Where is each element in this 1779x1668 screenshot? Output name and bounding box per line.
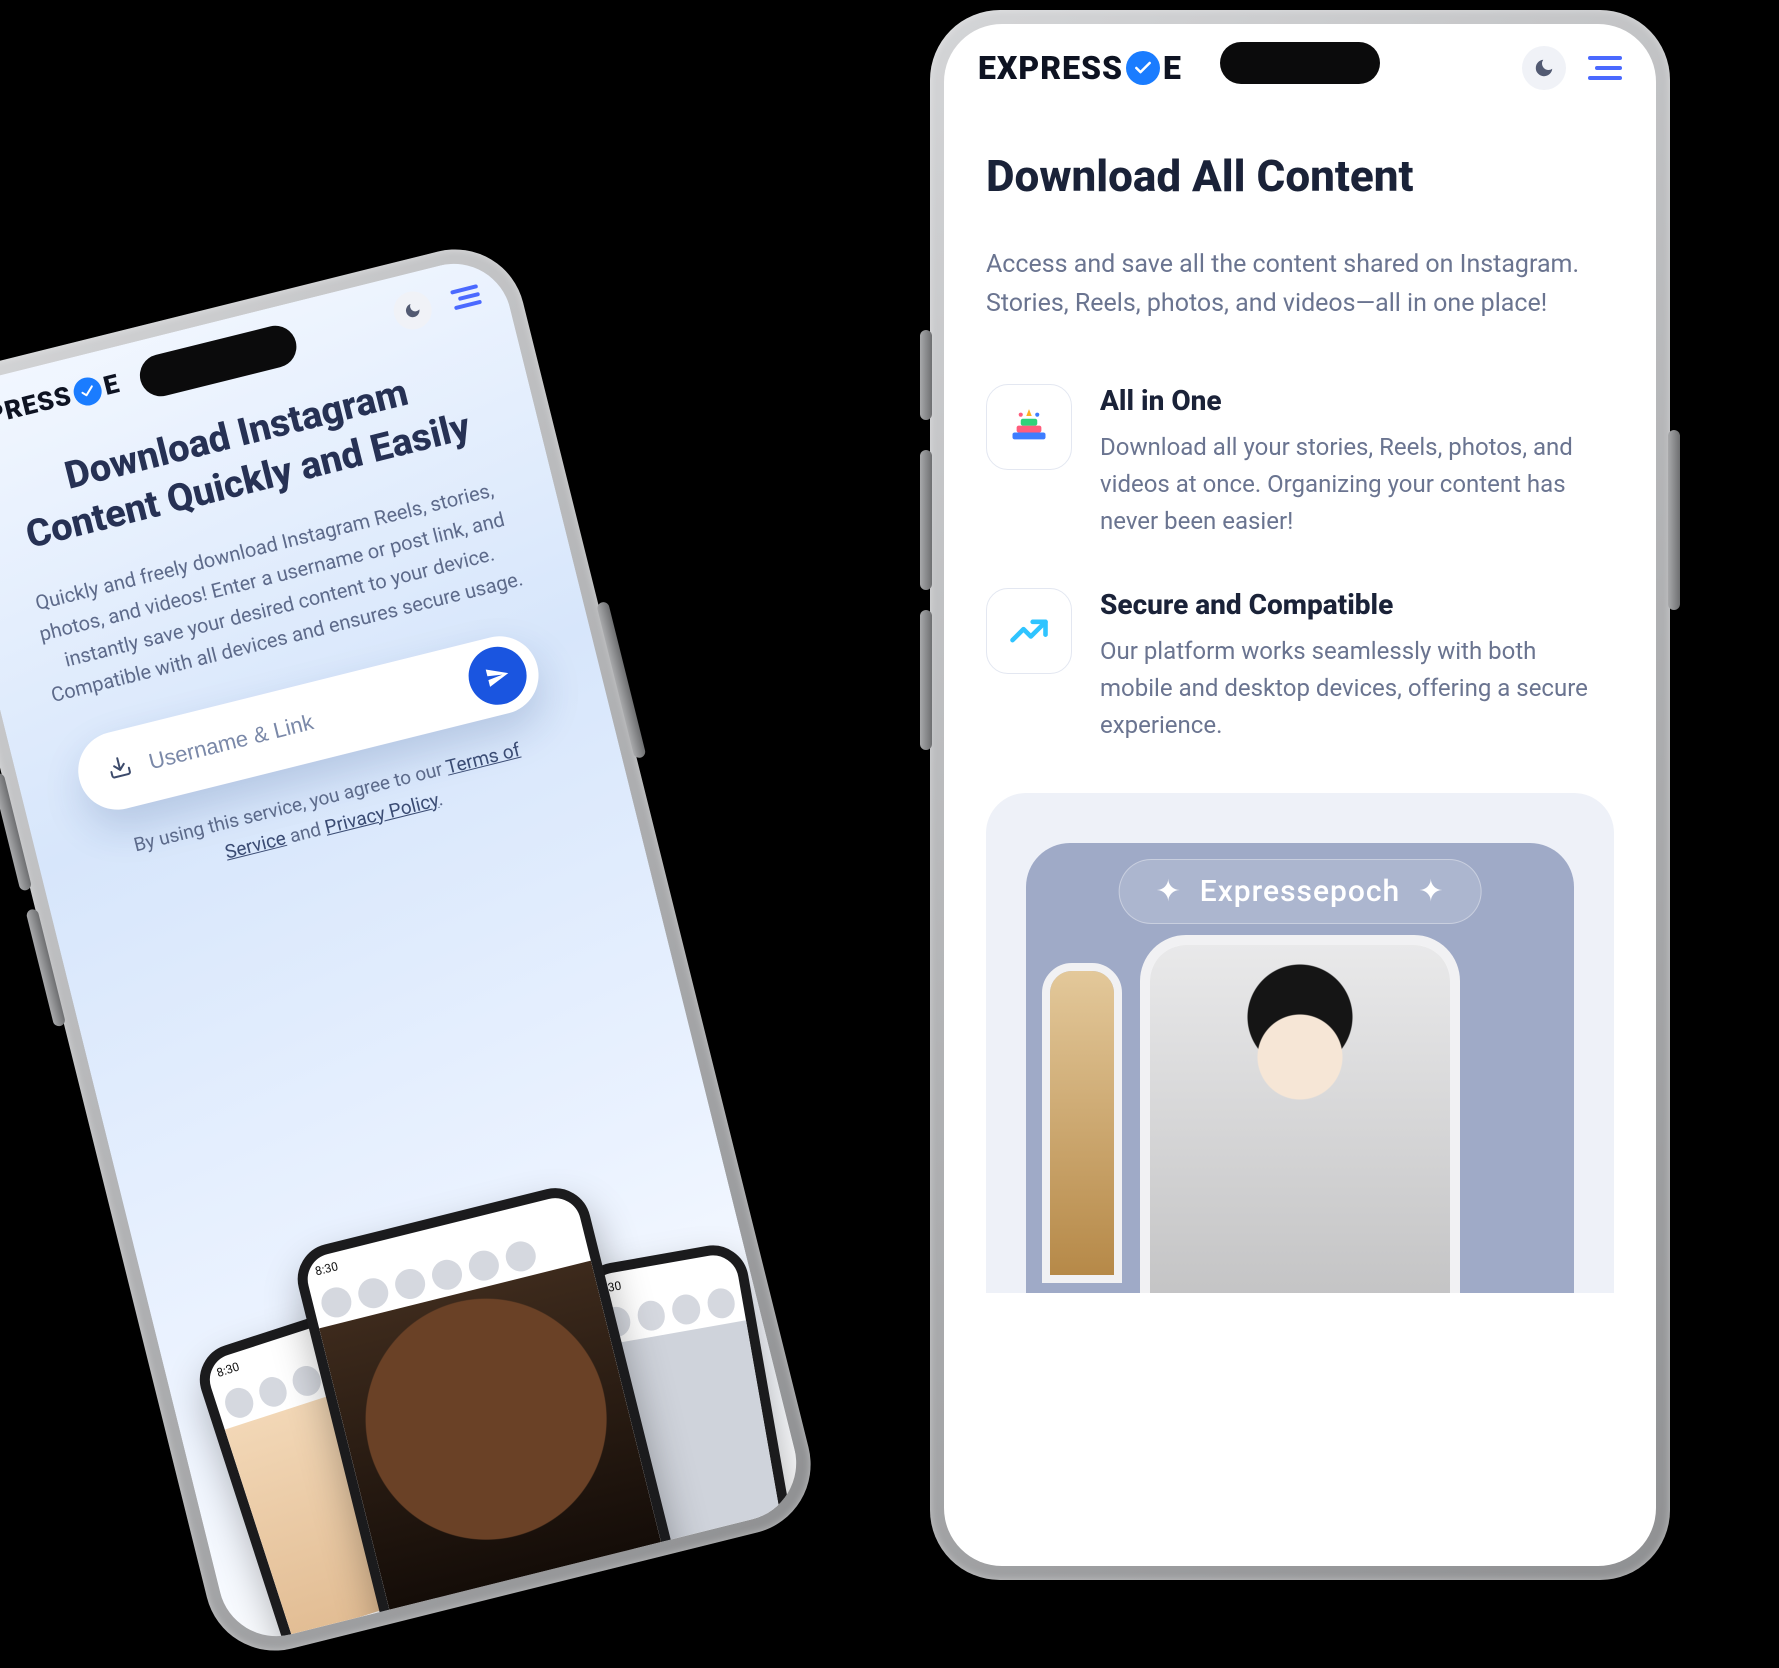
phone-side-button bbox=[920, 450, 932, 590]
sparkle-icon: ✦ bbox=[1156, 874, 1182, 909]
theme-toggle-button[interactable] bbox=[390, 287, 436, 333]
illustration-center-phone bbox=[1140, 935, 1460, 1293]
feature-title: Secure and Compatible bbox=[1100, 588, 1614, 621]
phone-side-button bbox=[1668, 430, 1680, 610]
section-lead: Access and save all the content shared o… bbox=[986, 246, 1614, 324]
content-left: EXPRESS E Download Instagram Conten bbox=[0, 252, 808, 1649]
phone-notch bbox=[1220, 42, 1380, 84]
feature-body: Our platform works seamlessly with both … bbox=[1100, 633, 1614, 745]
submit-button[interactable] bbox=[462, 641, 532, 711]
brand-text-part2: E bbox=[101, 369, 123, 402]
send-icon bbox=[483, 661, 512, 690]
section-heading: Download All Content bbox=[986, 150, 1614, 202]
download-icon bbox=[105, 752, 136, 787]
status-time: 8:30 bbox=[215, 1359, 241, 1379]
trend-arrow-icon bbox=[986, 588, 1072, 674]
brand-text-part1: EXPRESS bbox=[978, 49, 1123, 87]
illustration-badge: ✦ Expressepoch ✦ bbox=[1119, 859, 1482, 924]
illustration-side-phone bbox=[1042, 963, 1122, 1283]
illustration-panel: ✦ Expressepoch ✦ bbox=[986, 793, 1614, 1293]
feature-body: Download all your stories, Reels, photos… bbox=[1100, 429, 1614, 541]
gallery-illustration: 8:30 8:30 ♡ ◌ ➤ 🔖 8:30 bbox=[120, 1049, 808, 1648]
brand-logo[interactable]: EXPRESS E bbox=[978, 49, 1182, 87]
verified-check-icon bbox=[71, 374, 105, 408]
feature-secure-compatible: Secure and Compatible Our platform works… bbox=[986, 588, 1614, 745]
phone-mockup-right: EXPRESS E Download All Content Access an… bbox=[930, 10, 1670, 1580]
theme-toggle-button[interactable] bbox=[1522, 46, 1566, 90]
url-input[interactable] bbox=[146, 675, 455, 776]
moon-icon bbox=[1533, 57, 1555, 79]
content-right: Download All Content Access and save all… bbox=[944, 100, 1656, 1293]
phone-side-button bbox=[920, 610, 932, 750]
illustration-badge-text: Expressepoch bbox=[1200, 874, 1400, 909]
legal-and: and bbox=[287, 816, 328, 847]
feature-title: All in One bbox=[1100, 384, 1614, 417]
status-time: 8:30 bbox=[314, 1259, 340, 1278]
verified-check-icon bbox=[1126, 51, 1160, 85]
sparkle-icon: ✦ bbox=[1418, 874, 1444, 909]
heart-icon: ♡ ◌ ➤ bbox=[406, 1616, 460, 1648]
all-in-one-icon bbox=[986, 384, 1072, 470]
menu-button[interactable] bbox=[1588, 56, 1622, 80]
moon-icon bbox=[402, 300, 424, 322]
menu-button[interactable] bbox=[450, 284, 482, 310]
phone-mockup-left: EXPRESS E Download Instagram Conten bbox=[0, 235, 825, 1666]
bookmark-icon: 🔖 bbox=[633, 1567, 660, 1593]
gallery-photo bbox=[319, 1261, 665, 1626]
phone-side-button bbox=[920, 330, 932, 420]
brand-text-part2: E bbox=[1163, 49, 1182, 87]
feature-all-in-one: All in One Download all your stories, Re… bbox=[986, 384, 1614, 541]
illustration-photo bbox=[1150, 945, 1450, 1293]
